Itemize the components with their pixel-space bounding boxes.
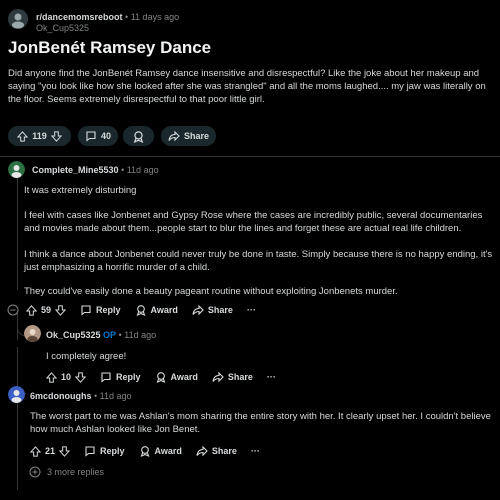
- thread-line: [17, 347, 18, 490]
- vote-count: 21: [45, 446, 56, 456]
- expand-icon: [29, 466, 41, 478]
- vote-count: 10: [61, 372, 72, 382]
- comment-username[interactable]: Complete_Mine5530: [32, 165, 119, 175]
- comment-actions: 10 Reply Award Share ···: [46, 371, 276, 383]
- downvote-icon[interactable]: [75, 371, 87, 383]
- award-icon: [155, 371, 167, 383]
- comment-age: • 11d ago: [94, 391, 132, 401]
- share-label: Share: [207, 305, 233, 315]
- post-share-label: Share: [183, 131, 209, 141]
- reply-label: Reply: [100, 446, 125, 456]
- post-award-button[interactable]: [123, 126, 154, 146]
- post-vote-count: 119: [32, 131, 47, 141]
- comment-age: • 11d ago: [121, 165, 159, 175]
- comment-paragraph: It was extremely disturbing: [24, 185, 137, 196]
- meta-separator: •: [125, 12, 129, 22]
- award-icon: [139, 445, 151, 457]
- vote-group: 59: [26, 304, 67, 316]
- more-replies-link[interactable]: 3 more replies: [29, 466, 104, 478]
- share-button[interactable]: Share: [212, 371, 253, 383]
- post-comment-count: 40: [100, 131, 111, 141]
- more-options-icon[interactable]: ···: [267, 372, 276, 382]
- comment-username[interactable]: Ok_Cup5325: [46, 330, 101, 340]
- more-options-icon[interactable]: ···: [247, 305, 256, 315]
- user-avatar[interactable]: [8, 386, 25, 403]
- reply-label: Reply: [96, 305, 121, 315]
- comment-age: • 11d ago: [118, 330, 157, 340]
- award-label: Award: [150, 305, 178, 315]
- subreddit-name[interactable]: r/dancemomsreboot: [36, 12, 123, 22]
- reply-button[interactable]: Reply: [80, 304, 121, 316]
- award-label: Award: [154, 446, 182, 456]
- share-icon: [168, 130, 180, 142]
- post-meta: r/dancemomsreboot • 11 days ago: [36, 12, 179, 22]
- share-icon: [196, 445, 208, 457]
- subreddit-avatar[interactable]: [8, 9, 28, 29]
- comment-icon: [80, 304, 92, 316]
- comment-body: I completely agree!: [46, 351, 127, 362]
- post-body: Did anyone find the JonBenét Ramsey danc…: [8, 68, 486, 105]
- reply-button[interactable]: Reply: [84, 445, 125, 457]
- more-options-icon[interactable]: ···: [251, 446, 260, 456]
- post-author[interactable]: Ok_Cup5325: [36, 23, 89, 33]
- comment-paragraph: I think a dance about Jonbenet could nev…: [24, 249, 493, 273]
- share-icon: [212, 371, 224, 383]
- award-button[interactable]: Award: [135, 304, 178, 316]
- award-icon: [135, 304, 147, 316]
- upvote-icon[interactable]: [46, 371, 57, 383]
- thread-line: [17, 178, 18, 290]
- user-avatar[interactable]: [24, 325, 41, 342]
- post-comments-button[interactable]: 40: [78, 126, 118, 146]
- vote-count: 59: [41, 305, 52, 315]
- award-button[interactable]: Award: [139, 445, 182, 457]
- upvote-icon[interactable]: [30, 445, 41, 457]
- user-avatar[interactable]: [8, 161, 25, 178]
- comment-body: The worst part to me was Ashlan's mom sh…: [30, 411, 491, 435]
- downvote-icon[interactable]: [59, 445, 71, 457]
- post-age: 11 days ago: [130, 12, 180, 22]
- comment-icon: [100, 371, 112, 383]
- upvote-icon[interactable]: [17, 130, 29, 142]
- comment-paragraph: They could've easily done a beauty pagea…: [24, 286, 398, 297]
- reply-button[interactable]: Reply: [100, 371, 141, 383]
- post-share-button[interactable]: Share: [161, 126, 216, 146]
- award-label: Award: [170, 372, 198, 382]
- share-label: Share: [227, 372, 253, 382]
- comment-actions: 59 Reply Award Share ···: [7, 304, 256, 316]
- collapse-icon[interactable]: [7, 304, 19, 316]
- comment-username[interactable]: 6mcdonoughs: [30, 391, 92, 401]
- downvote-icon[interactable]: [55, 304, 67, 316]
- share-button[interactable]: Share: [196, 445, 237, 457]
- op-badge: OP: [103, 330, 117, 340]
- share-icon: [192, 304, 204, 316]
- comment-icon: [85, 130, 97, 142]
- divider: [0, 156, 500, 157]
- award-icon: [132, 130, 145, 143]
- award-button[interactable]: Award: [155, 371, 198, 383]
- comment-header: Complete_Mine5530 • 11d ago: [32, 165, 159, 175]
- more-replies-label: 3 more replies: [47, 467, 105, 477]
- reply-label: Reply: [116, 372, 141, 382]
- vote-group: 10: [46, 371, 87, 383]
- comment-body: It was extremely disturbing: [24, 184, 494, 197]
- share-button[interactable]: Share: [192, 304, 233, 316]
- upvote-icon[interactable]: [26, 304, 37, 316]
- comment-actions: 21 Reply Award Share ···: [30, 445, 260, 457]
- share-label: Share: [211, 446, 237, 456]
- vote-group: 21: [30, 445, 71, 457]
- post-vote-pill: 119: [8, 126, 71, 146]
- downvote-icon[interactable]: [50, 130, 62, 142]
- comment-header: Ok_Cup5325 OP • 11d ago: [46, 330, 156, 340]
- comment-icon: [84, 445, 96, 457]
- comment-header: 6mcdonoughs • 11d ago: [30, 391, 132, 401]
- comment-paragraph: I feel with cases like Jonbenet and Gyps…: [24, 210, 483, 234]
- post-title: JonBenét Ramsey Dance: [8, 38, 212, 57]
